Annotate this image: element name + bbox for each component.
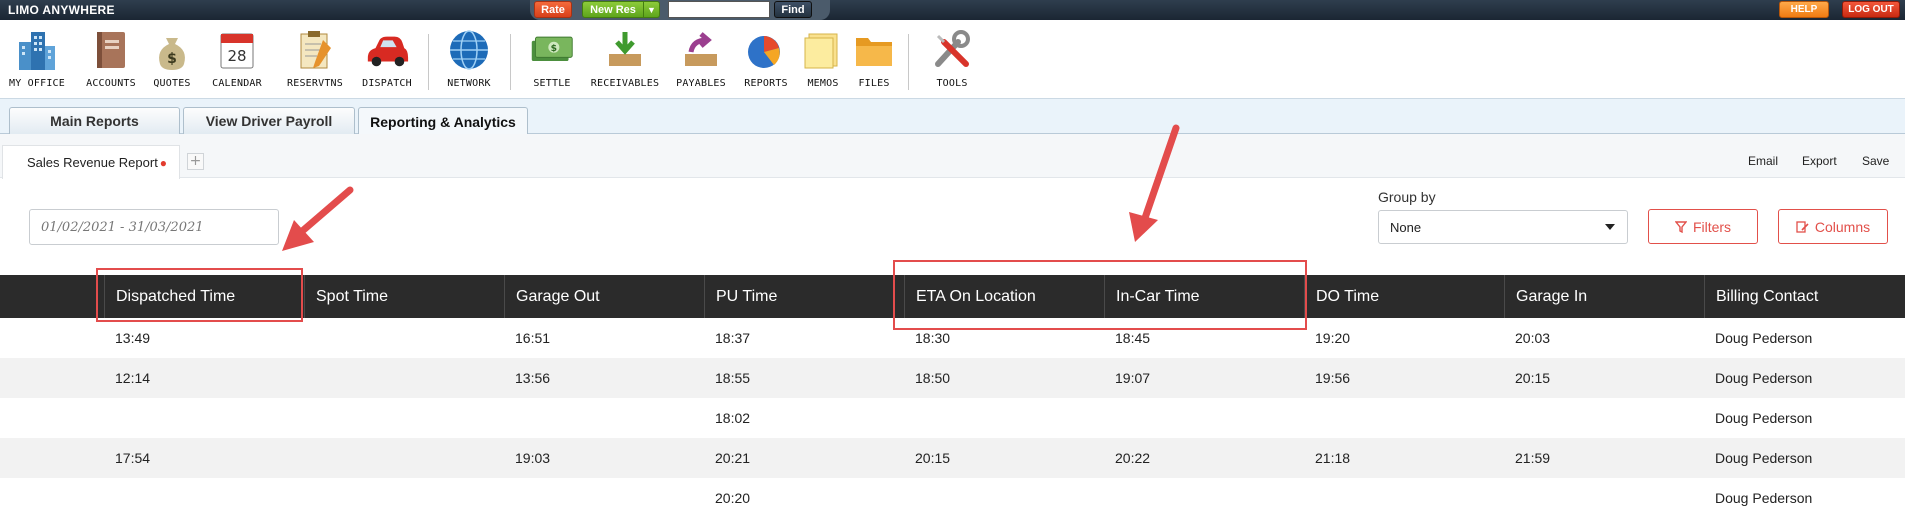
annotation-arrow-right bbox=[1129, 124, 1180, 242]
annotation-arrow-left bbox=[282, 186, 354, 251]
annotation-arrows bbox=[282, 124, 1180, 251]
